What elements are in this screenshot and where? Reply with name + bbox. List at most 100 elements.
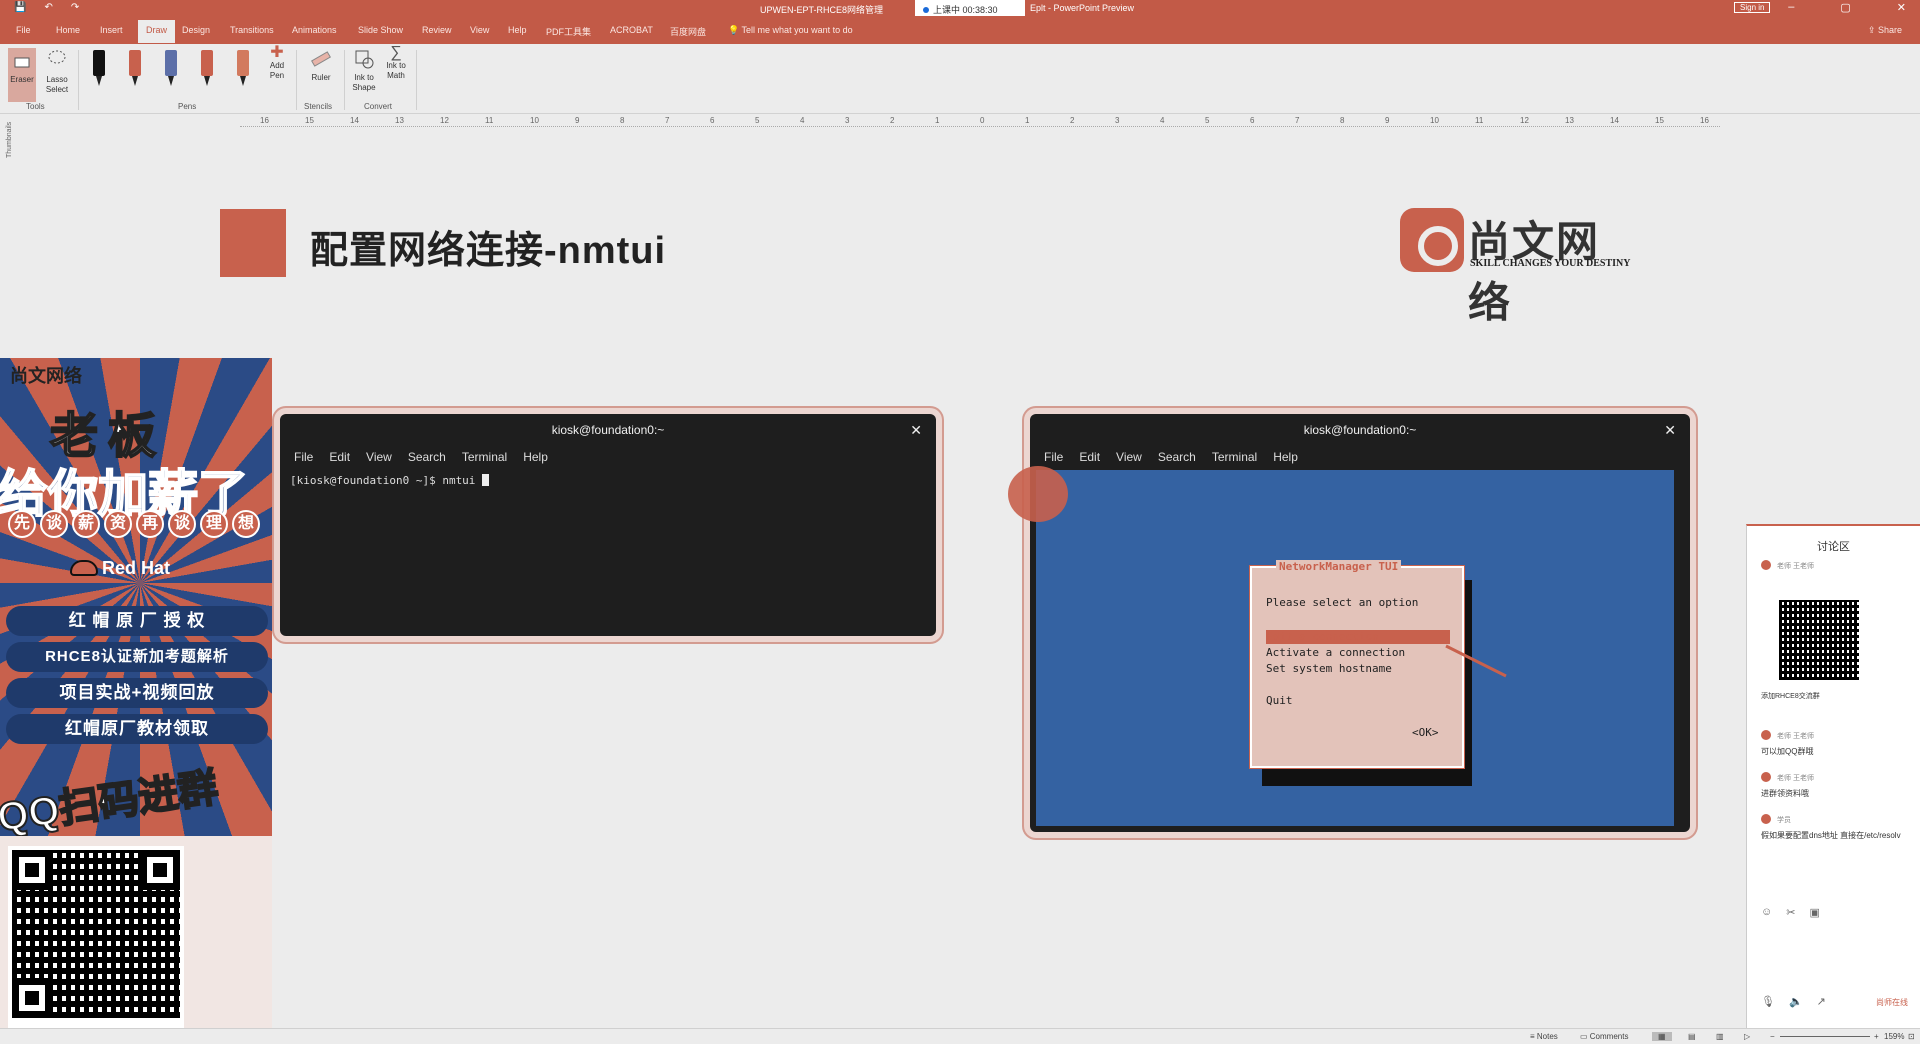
- pen-galaxy[interactable]: [164, 50, 178, 86]
- ruler-number: 6: [710, 116, 715, 125]
- zoom-level[interactable]: 159%: [1884, 1032, 1904, 1041]
- tab-design[interactable]: Design: [182, 25, 210, 35]
- logo-mark-icon: [1400, 208, 1464, 272]
- redhat-label: Red Hat: [102, 558, 171, 578]
- pen-black[interactable]: [92, 50, 106, 86]
- nmtui-ok-button[interactable]: <OK>: [1412, 726, 1439, 739]
- notes-button[interactable]: ≡ Notes: [1530, 1032, 1558, 1041]
- zoom-in-icon[interactable]: +: [1874, 1032, 1879, 1041]
- ink-to-math-button[interactable]: ∑ Ink to Math: [382, 45, 410, 81]
- menu-view[interactable]: View: [366, 450, 392, 464]
- ruler-number: 11: [1475, 116, 1484, 125]
- slide-sorter-icon[interactable]: ▤: [1688, 1032, 1696, 1041]
- ink-to-shape-label: Ink to Shape: [352, 73, 376, 92]
- nmtui-option-quit[interactable]: Quit: [1266, 694, 1293, 707]
- eraser-tool[interactable]: Eraser: [8, 48, 36, 102]
- tab-help[interactable]: Help: [508, 25, 527, 35]
- zoom-slider[interactable]: [1780, 1036, 1870, 1037]
- close-icon[interactable]: ✕: [1664, 414, 1676, 446]
- microphone-icon[interactable]: 🎙: [1761, 995, 1775, 1008]
- nmtui-option-hostname[interactable]: Set system hostname: [1266, 662, 1392, 675]
- menu-help[interactable]: Help: [523, 450, 548, 464]
- recording-badge[interactable]: 上课中 00:38:30: [915, 0, 1025, 16]
- tell-me-search[interactable]: 💡 Tell me what you want to do: [728, 25, 853, 36]
- tab-file[interactable]: File: [16, 25, 31, 35]
- promo-pill: 红帽原厂教材领取: [6, 714, 268, 744]
- ruler-number: 3: [845, 116, 850, 125]
- tab-baidu[interactable]: 百度网盘: [670, 25, 706, 38]
- comments-button[interactable]: ▭ Comments: [1580, 1032, 1628, 1041]
- terminal-body[interactable]: [kiosk@foundation0 ~]$ nmtui: [280, 468, 936, 493]
- status-bar: ≡ Notes ▭ Comments ▦ ▤ ▥ ▷ − + 159% ⊡: [0, 1028, 1920, 1044]
- tab-home[interactable]: Home: [56, 25, 80, 35]
- laser-pointer: [1008, 466, 1068, 522]
- menu-terminal[interactable]: Terminal: [1212, 450, 1257, 464]
- ruler-number: 7: [665, 116, 670, 125]
- terminal-window-left[interactable]: kiosk@foundation0:~ ✕ File Edit View Sea…: [280, 414, 936, 636]
- maximize-icon[interactable]: ▢: [1840, 1, 1850, 14]
- qr-code[interactable]: [8, 846, 184, 1032]
- emoji-icon[interactable]: ☺: [1761, 906, 1772, 919]
- ink-to-shape-icon: [355, 50, 374, 69]
- share-screen-icon[interactable]: ↗: [1817, 995, 1826, 1008]
- tab-pdf[interactable]: PDF工具集: [546, 25, 591, 38]
- menu-edit[interactable]: Edit: [329, 450, 350, 464]
- fit-slide-icon[interactable]: ⊡: [1908, 1032, 1915, 1041]
- highlighter-red[interactable]: [200, 50, 214, 86]
- menu-edit[interactable]: Edit: [1079, 450, 1100, 464]
- tab-view[interactable]: View: [470, 25, 489, 35]
- ink-to-shape-button[interactable]: Ink to Shape: [350, 48, 378, 93]
- scissors-icon[interactable]: ✂: [1786, 906, 1795, 919]
- menu-search[interactable]: Search: [1158, 450, 1196, 464]
- pen-red[interactable]: [128, 50, 142, 86]
- avatar: [1761, 772, 1771, 782]
- discussion-panel[interactable]: 讨论区 老师 王老师 添加RHCE8交流群 老师 王老师 可以加QQ群哦 老师 …: [1746, 524, 1920, 1028]
- undo-icon[interactable]: ↶: [44, 2, 52, 13]
- notes-label: Notes: [1536, 1032, 1558, 1041]
- nmtui-option-edit[interactable]: Edit a connection: [1266, 630, 1379, 643]
- ruler-number: 1: [1025, 116, 1030, 125]
- tab-review[interactable]: Review: [422, 25, 452, 35]
- redo-icon[interactable]: ↷: [71, 2, 79, 13]
- close-window-icon[interactable]: ✕: [1897, 1, 1906, 14]
- tab-acrobat[interactable]: ACROBAT: [610, 25, 653, 35]
- tab-animations[interactable]: Animations: [292, 25, 337, 35]
- ruler-number: 6: [1250, 116, 1255, 125]
- thumbnails-pane[interactable]: Thumbnails: [0, 122, 20, 358]
- lightbulb-icon: 💡: [728, 25, 742, 35]
- lasso-tool[interactable]: Lasso Select: [40, 48, 74, 95]
- slogan-char: 理: [200, 510, 228, 538]
- reading-view-icon[interactable]: ▥: [1716, 1032, 1724, 1041]
- close-icon[interactable]: ✕: [910, 414, 922, 446]
- slideshow-icon[interactable]: ▷: [1744, 1032, 1750, 1041]
- menu-file[interactable]: File: [294, 450, 313, 464]
- ruler-number: 8: [1340, 116, 1345, 125]
- speaker-icon[interactable]: 🔈: [1789, 995, 1803, 1008]
- menu-terminal[interactable]: Terminal: [462, 450, 507, 464]
- ruler-button[interactable]: Ruler: [304, 48, 338, 83]
- chat-qr-image[interactable]: [1779, 600, 1859, 680]
- chat-signature: 尚师在线: [1876, 998, 1908, 1007]
- menu-help[interactable]: Help: [1273, 450, 1298, 464]
- normal-view-icon[interactable]: ▦: [1652, 1032, 1672, 1041]
- zoom-out-icon[interactable]: −: [1770, 1032, 1775, 1041]
- sign-in-button[interactable]: Sign in: [1734, 2, 1771, 13]
- ruler-number: 15: [1655, 116, 1664, 125]
- tab-insert[interactable]: Insert: [100, 25, 123, 35]
- slogan-char: 先: [8, 510, 36, 538]
- tab-draw[interactable]: Draw: [138, 20, 176, 43]
- menu-view[interactable]: View: [1116, 450, 1142, 464]
- save-icon[interactable]: 💾: [14, 2, 26, 13]
- minimize-icon[interactable]: –: [1788, 1, 1794, 14]
- menu-file[interactable]: File: [1044, 450, 1063, 464]
- nmtui-option-activate[interactable]: Activate a connection: [1266, 646, 1405, 659]
- menu-search[interactable]: Search: [408, 450, 446, 464]
- ruler-number: 1: [935, 116, 940, 125]
- share-button[interactable]: ⇪ Share: [1868, 25, 1902, 36]
- tab-slideshow[interactable]: Slide Show: [358, 25, 403, 35]
- highlighter-orange[interactable]: [236, 50, 250, 86]
- image-icon[interactable]: ▣: [1809, 906, 1819, 919]
- ruler-line: [240, 126, 1720, 127]
- tab-transitions[interactable]: Transitions: [230, 25, 274, 35]
- add-pen-button[interactable]: ✚ Add Pen: [264, 45, 290, 81]
